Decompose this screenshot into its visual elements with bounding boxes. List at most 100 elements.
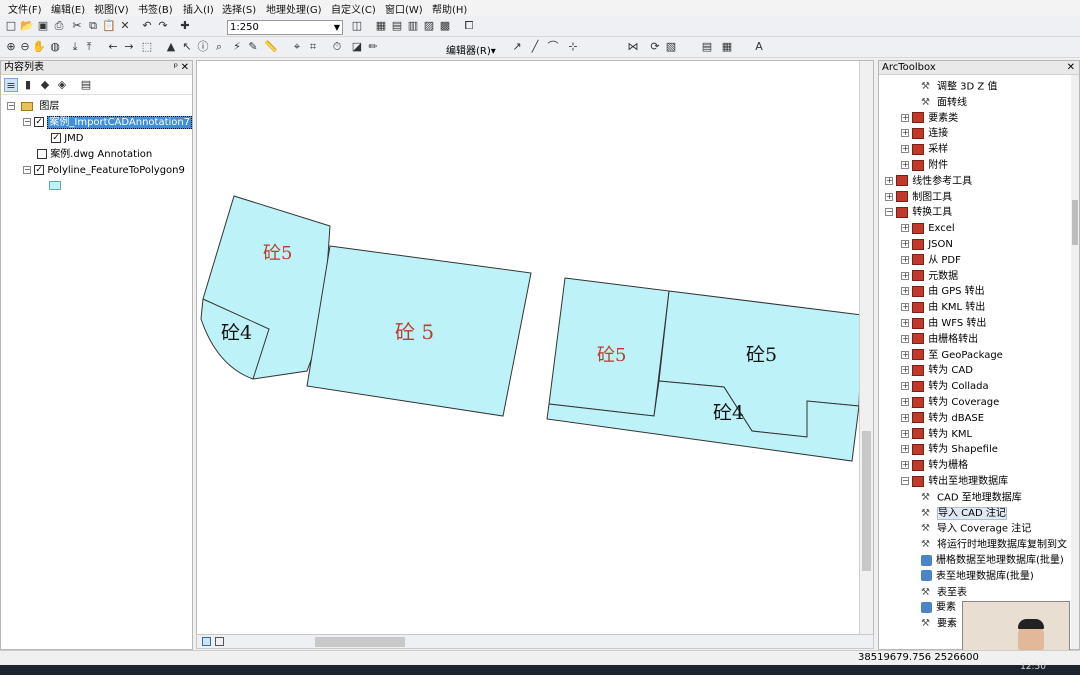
toolbox-item[interactable]: ⚒ 要素 [921, 616, 957, 631]
expand-icon[interactable]: + [901, 350, 909, 359]
toc-layer-row[interactable]: 案例.dwg Annotation [37, 147, 152, 162]
paste-icon[interactable]: 📋 [102, 19, 116, 33]
expand-icon[interactable]: + [901, 129, 909, 138]
toolbox-item[interactable]: + 制图工具 [885, 190, 952, 205]
python-icon[interactable]: ▩ [438, 19, 452, 33]
cut-icon[interactable]: ✂ [70, 19, 84, 33]
expand-icon[interactable]: + [901, 271, 909, 280]
zoom-in-icon[interactable]: ⊕ [4, 40, 18, 54]
edit-annotation-icon[interactable]: A [752, 40, 766, 54]
catalog-icon[interactable]: ▥ [406, 19, 420, 33]
table-icon[interactable]: ▦ [374, 19, 388, 33]
attributes-icon[interactable]: ▧ [664, 40, 678, 54]
rotate-icon[interactable]: ⟳ [648, 40, 662, 54]
expand-icon[interactable]: + [901, 113, 909, 122]
expand-icon[interactable]: + [901, 413, 909, 422]
layout-view-icon[interactable] [202, 637, 211, 646]
toolbox-item[interactable]: + 采样 [901, 142, 948, 157]
binoculars-icon[interactable]: ⌖ [290, 40, 304, 54]
toc-layer-row[interactable]: − ✓ Polyline_FeatureToPolygon9 [23, 163, 185, 178]
create-features-icon[interactable]: ▦ [720, 40, 734, 54]
zoom-out-icon[interactable]: ⊖ [18, 40, 32, 54]
collapse-icon[interactable]: − [23, 118, 31, 126]
expand-icon[interactable]: + [901, 224, 909, 233]
toolbox-item[interactable]: + 线性参考工具 [885, 174, 972, 189]
toolbox-item[interactable]: ⚒ 将运行时地理数据库复制到文 [921, 537, 1067, 552]
toolbox-item[interactable]: + 转为栅格 [901, 458, 968, 473]
toolbox-item[interactable]: + JSON [901, 237, 953, 252]
editor-menu-button[interactable]: 编辑器(R)▾ [446, 42, 496, 57]
full-extent-icon[interactable]: ◍ [48, 40, 62, 54]
measure-icon[interactable]: 📏 [264, 40, 278, 54]
toolbox-item[interactable]: 栅格数据至地理数据库(批量) [921, 553, 1064, 568]
new-document-icon[interactable]: □ [4, 19, 18, 33]
back-icon[interactable]: ← [106, 40, 120, 54]
undo-icon[interactable]: ↶ [140, 19, 154, 33]
expand-icon[interactable]: + [901, 145, 909, 154]
hyperlink-icon[interactable]: ⚡ [230, 40, 244, 54]
expand-icon[interactable]: + [901, 445, 909, 454]
menu-item[interactable]: 窗口(W) [385, 1, 423, 16]
model-icon[interactable]: ⧠ [462, 19, 476, 33]
sketch-icon[interactable]: ↗ [510, 40, 524, 54]
toolbox-item[interactable]: + 连接 [901, 126, 948, 141]
expand-icon[interactable]: + [885, 176, 893, 185]
toolbox-vscrollbar[interactable] [1071, 75, 1079, 649]
endpoint-arc-icon[interactable]: ⌒ [546, 40, 560, 54]
toolbox-item[interactable]: + 附件 [901, 158, 948, 173]
menu-item[interactable]: 插入(I) [183, 1, 214, 16]
toolbox-item[interactable]: + 由 WFS 转出 [901, 316, 986, 331]
toolbox-item[interactable]: + 至 GeoPackage [901, 348, 1003, 363]
scale-combobox[interactable]: 1:250 ▼ [227, 20, 343, 35]
layer-visibility-checkbox[interactable]: ✓ [51, 133, 61, 143]
list-by-visibility-icon[interactable]: ◆ [38, 78, 52, 92]
toolbox-item[interactable]: ⚒ 导入 CAD 注记 [921, 506, 1007, 521]
layer-visibility-checkbox[interactable]: ✓ [34, 117, 45, 127]
pan-icon[interactable]: ✋ [32, 40, 46, 54]
expand-icon[interactable]: + [885, 192, 893, 201]
collapse-icon[interactable]: − [7, 102, 15, 110]
copy-icon[interactable]: ⧉ [86, 19, 100, 33]
layer-visibility-checkbox[interactable] [37, 149, 47, 159]
collapse-icon[interactable]: − [885, 208, 893, 217]
toolbox-item[interactable]: ⚒ 调整 3D Z 值 [921, 79, 997, 94]
menu-item[interactable]: 地理处理(G) [266, 1, 322, 16]
add-data-icon[interactable]: ✚ [178, 19, 192, 33]
toolbox-item[interactable]: + 转为 Collada [901, 379, 989, 394]
toolbox-item[interactable]: ⚒ 导入 Coverage 注记 [921, 521, 1031, 536]
toolbox-item[interactable]: + 转为 Shapefile [901, 442, 998, 457]
redo-icon[interactable]: ↷ [156, 19, 170, 33]
menu-item[interactable]: 编辑(E) [51, 1, 85, 16]
data-view-icon[interactable] [215, 637, 224, 646]
pin-icon[interactable]: ᵖ [174, 61, 178, 75]
trace-icon[interactable]: ⊹ [566, 40, 580, 54]
options-icon[interactable]: ▤ [79, 78, 93, 92]
toolbox-item[interactable]: 要素 [921, 600, 956, 615]
toc-layer-row[interactable]: − ✓ 案例_ImportCADAnnotation7 [23, 115, 193, 130]
list-by-drawing-order-icon[interactable]: ≡ [4, 78, 18, 92]
menu-item[interactable]: 自定义(C) [331, 1, 376, 16]
menu-item[interactable]: 帮助(H) [432, 1, 467, 16]
time-slider-icon[interactable]: ⏱ [330, 40, 344, 54]
expand-icon[interactable]: + [901, 161, 909, 169]
scrollbar-thumb[interactable] [862, 431, 871, 571]
list-by-selection-icon[interactable]: ◈ [55, 78, 69, 92]
select-element-icon[interactable]: ▲ [164, 40, 178, 54]
toc-layer-row[interactable]: ✓ JMD [51, 131, 83, 146]
select-elements-icon[interactable]: ↖ [180, 40, 194, 54]
toolbox-item[interactable]: − 转换工具 [885, 205, 952, 220]
html-popup-icon[interactable]: ✎ [246, 40, 260, 54]
sketch-properties-icon[interactable]: ▤ [700, 40, 714, 54]
scrollbar-thumb[interactable] [1072, 200, 1078, 245]
save-icon[interactable]: ▣ [36, 19, 50, 33]
fixed-zoom-out-icon[interactable]: ⤒ [82, 40, 96, 54]
fixed-zoom-in-icon[interactable]: ⤓ [68, 40, 82, 54]
toolbox-item[interactable]: − 转出至地理数据库 [901, 474, 1008, 489]
viewer-icon[interactable]: ◪ [350, 40, 364, 54]
open-icon[interactable]: 📂 [20, 19, 34, 33]
delete-icon[interactable]: ✕ [118, 19, 132, 33]
layout-icon[interactable]: ▤ [390, 19, 404, 33]
expand-icon[interactable]: + [901, 398, 909, 406]
identify-icon[interactable]: ⓘ [196, 40, 210, 54]
toolbox-item[interactable]: ⚒ CAD 至地理数据库 [921, 490, 1022, 505]
